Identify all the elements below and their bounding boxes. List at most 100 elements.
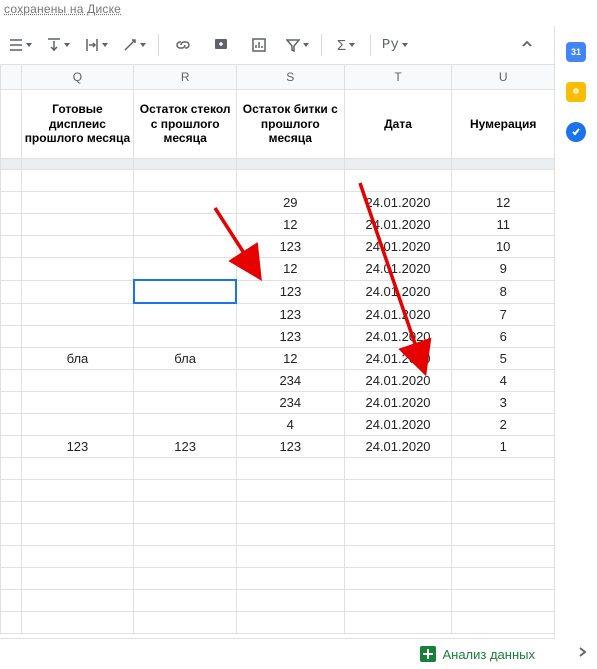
cell[interactable] [134, 192, 237, 214]
cell[interactable] [452, 546, 555, 568]
cell[interactable] [21, 214, 134, 236]
cell[interactable]: 12 [236, 214, 344, 236]
row-header[interactable] [1, 414, 22, 436]
cell[interactable] [21, 303, 134, 326]
cell[interactable]: 123 [21, 436, 134, 458]
col-header[interactable]: Q [21, 65, 134, 90]
cell[interactable]: 6 [452, 326, 555, 348]
col-header[interactable]: R [134, 65, 237, 90]
row-header[interactable] [1, 192, 22, 214]
cell[interactable]: 1 [452, 436, 555, 458]
cell[interactable] [344, 502, 452, 524]
cell[interactable]: 4 [452, 370, 555, 392]
cell[interactable]: 9 [452, 258, 555, 281]
functions-button[interactable]: Σ [328, 31, 364, 59]
row-header[interactable] [1, 436, 22, 458]
cell[interactable] [1, 612, 22, 634]
cell[interactable] [21, 192, 134, 214]
cell[interactable] [452, 480, 555, 502]
cell[interactable]: 11 [452, 214, 555, 236]
cell[interactable] [236, 524, 344, 546]
cell[interactable] [21, 480, 134, 502]
cell[interactable] [21, 568, 134, 590]
cell[interactable] [344, 612, 452, 634]
cell[interactable]: бла [134, 348, 237, 370]
cell[interactable] [236, 502, 344, 524]
cell[interactable] [21, 524, 134, 546]
row-header[interactable] [1, 348, 22, 370]
cell[interactable] [134, 170, 237, 192]
cell[interactable] [21, 236, 134, 258]
cell[interactable] [344, 590, 452, 612]
filter-button[interactable] [279, 31, 315, 59]
cell[interactable]: бла [21, 348, 134, 370]
cell[interactable] [452, 170, 555, 192]
cell[interactable] [134, 612, 237, 634]
cell[interactable]: 12 [452, 192, 555, 214]
cell[interactable]: 12 [236, 258, 344, 281]
toolbar-collapse-button[interactable] [509, 30, 545, 58]
cell[interactable] [21, 170, 134, 192]
cell[interactable]: 123 [236, 280, 344, 303]
cell[interactable]: 24.01.2020 [344, 370, 452, 392]
cell[interactable]: 123 [236, 303, 344, 326]
row-header[interactable] [1, 280, 22, 303]
spreadsheet-grid[interactable]: Q R S T U Готовые дисплеис прошлого меся… [0, 64, 555, 639]
cell[interactable] [134, 590, 237, 612]
cell[interactable]: 24.01.2020 [344, 348, 452, 370]
cell[interactable] [134, 414, 237, 436]
keep-addon-button[interactable] [566, 82, 586, 102]
show-sidepanel-button[interactable] [577, 645, 587, 659]
header-cell[interactable]: Дата [344, 90, 452, 159]
cell[interactable] [236, 590, 344, 612]
cell[interactable] [1, 590, 22, 612]
row-header[interactable] [1, 370, 22, 392]
cell[interactable] [344, 524, 452, 546]
cell[interactable]: 24.01.2020 [344, 258, 452, 281]
cell[interactable] [1, 502, 22, 524]
cell[interactable] [134, 546, 237, 568]
cell[interactable]: 24.01.2020 [344, 436, 452, 458]
cell[interactable] [344, 458, 452, 480]
cell[interactable] [21, 258, 134, 281]
cell[interactable] [134, 236, 237, 258]
cell[interactable] [344, 480, 452, 502]
cell[interactable] [1, 568, 22, 590]
cell[interactable] [21, 502, 134, 524]
cell[interactable]: 234 [236, 392, 344, 414]
explore-button[interactable]: Анализ данных [412, 644, 543, 664]
cell[interactable] [134, 370, 237, 392]
row-header[interactable] [1, 236, 22, 258]
cell[interactable] [1, 524, 22, 546]
cell[interactable]: 24.01.2020 [344, 280, 452, 303]
rotate-button[interactable] [116, 31, 152, 59]
corner-cell[interactable] [1, 65, 22, 90]
cell[interactable] [452, 502, 555, 524]
col-header[interactable]: S [236, 65, 344, 90]
cell[interactable]: 12 [236, 348, 344, 370]
cell[interactable]: 4 [236, 414, 344, 436]
cell[interactable]: 2 [452, 414, 555, 436]
row-header[interactable] [1, 258, 22, 281]
header-cell[interactable]: Готовые дисплеис прошлого месяца [21, 90, 134, 159]
cell[interactable]: 10 [452, 236, 555, 258]
cell[interactable] [134, 524, 237, 546]
cell[interactable] [134, 258, 237, 281]
cell[interactable] [134, 502, 237, 524]
cell[interactable] [452, 590, 555, 612]
cell[interactable]: 7 [452, 303, 555, 326]
cell[interactable] [21, 392, 134, 414]
cell[interactable] [236, 458, 344, 480]
cell[interactable]: 24.01.2020 [344, 414, 452, 436]
cell[interactable] [236, 480, 344, 502]
cell[interactable] [1, 458, 22, 480]
cell[interactable] [21, 326, 134, 348]
row-header[interactable] [1, 392, 22, 414]
cell[interactable] [134, 214, 237, 236]
header-cell[interactable]: Остаток битки с прошлого месяца [236, 90, 344, 159]
cell[interactable] [344, 170, 452, 192]
cell[interactable] [21, 458, 134, 480]
cell[interactable] [344, 546, 452, 568]
col-header[interactable]: U [452, 65, 555, 90]
cell[interactable] [134, 480, 237, 502]
